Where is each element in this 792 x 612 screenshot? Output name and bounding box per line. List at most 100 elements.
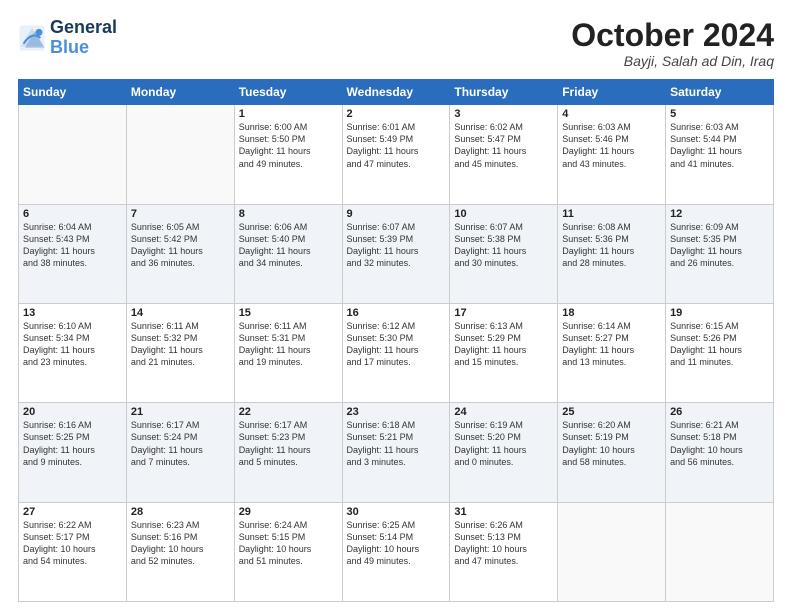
day-number: 12 xyxy=(670,208,769,220)
month-title: October 2024 xyxy=(571,18,774,53)
day-number: 19 xyxy=(670,307,769,319)
logo-icon xyxy=(18,24,46,52)
day-info: Sunrise: 6:21 AM Sunset: 5:18 PM Dayligh… xyxy=(670,419,769,468)
day-info: Sunrise: 6:11 AM Sunset: 5:32 PM Dayligh… xyxy=(131,320,230,369)
calendar-header-sunday: Sunday xyxy=(19,80,127,105)
calendar-cell xyxy=(558,502,666,601)
day-number: 22 xyxy=(239,406,338,418)
day-number: 8 xyxy=(239,208,338,220)
day-info: Sunrise: 6:08 AM Sunset: 5:36 PM Dayligh… xyxy=(562,221,661,270)
calendar-cell: 22Sunrise: 6:17 AM Sunset: 5:23 PM Dayli… xyxy=(234,403,342,502)
day-info: Sunrise: 6:20 AM Sunset: 5:19 PM Dayligh… xyxy=(562,419,661,468)
day-number: 3 xyxy=(454,108,553,120)
day-number: 2 xyxy=(347,108,446,120)
calendar-cell: 14Sunrise: 6:11 AM Sunset: 5:32 PM Dayli… xyxy=(126,303,234,402)
day-info: Sunrise: 6:17 AM Sunset: 5:23 PM Dayligh… xyxy=(239,419,338,468)
calendar-header-wednesday: Wednesday xyxy=(342,80,450,105)
calendar-header-friday: Friday xyxy=(558,80,666,105)
day-number: 30 xyxy=(347,506,446,518)
calendar-cell: 1Sunrise: 6:00 AM Sunset: 5:50 PM Daylig… xyxy=(234,105,342,204)
day-number: 13 xyxy=(23,307,122,319)
calendar-cell xyxy=(19,105,127,204)
day-number: 9 xyxy=(347,208,446,220)
day-info: Sunrise: 6:24 AM Sunset: 5:15 PM Dayligh… xyxy=(239,519,338,568)
day-number: 20 xyxy=(23,406,122,418)
day-number: 6 xyxy=(23,208,122,220)
day-number: 14 xyxy=(131,307,230,319)
day-info: Sunrise: 6:25 AM Sunset: 5:14 PM Dayligh… xyxy=(347,519,446,568)
calendar-cell: 16Sunrise: 6:12 AM Sunset: 5:30 PM Dayli… xyxy=(342,303,450,402)
calendar-week-row: 1Sunrise: 6:00 AM Sunset: 5:50 PM Daylig… xyxy=(19,105,774,204)
day-info: Sunrise: 6:07 AM Sunset: 5:38 PM Dayligh… xyxy=(454,221,553,270)
calendar-week-row: 20Sunrise: 6:16 AM Sunset: 5:25 PM Dayli… xyxy=(19,403,774,502)
day-info: Sunrise: 6:07 AM Sunset: 5:39 PM Dayligh… xyxy=(347,221,446,270)
logo-text: General Blue xyxy=(50,18,117,58)
day-info: Sunrise: 6:17 AM Sunset: 5:24 PM Dayligh… xyxy=(131,419,230,468)
calendar-cell: 18Sunrise: 6:14 AM Sunset: 5:27 PM Dayli… xyxy=(558,303,666,402)
calendar-table: SundayMondayTuesdayWednesdayThursdayFrid… xyxy=(18,79,774,602)
day-info: Sunrise: 6:22 AM Sunset: 5:17 PM Dayligh… xyxy=(23,519,122,568)
calendar-cell: 21Sunrise: 6:17 AM Sunset: 5:24 PM Dayli… xyxy=(126,403,234,502)
day-number: 11 xyxy=(562,208,661,220)
day-info: Sunrise: 6:03 AM Sunset: 5:46 PM Dayligh… xyxy=(562,121,661,170)
calendar-cell: 4Sunrise: 6:03 AM Sunset: 5:46 PM Daylig… xyxy=(558,105,666,204)
calendar-cell: 3Sunrise: 6:02 AM Sunset: 5:47 PM Daylig… xyxy=(450,105,558,204)
calendar-cell: 6Sunrise: 6:04 AM Sunset: 5:43 PM Daylig… xyxy=(19,204,127,303)
page: General Blue October 2024 Bayji, Salah a… xyxy=(0,0,792,612)
logo: General Blue xyxy=(18,18,117,58)
calendar-cell: 12Sunrise: 6:09 AM Sunset: 5:35 PM Dayli… xyxy=(666,204,774,303)
day-number: 28 xyxy=(131,506,230,518)
calendar-header-tuesday: Tuesday xyxy=(234,80,342,105)
calendar-header-saturday: Saturday xyxy=(666,80,774,105)
calendar-week-row: 27Sunrise: 6:22 AM Sunset: 5:17 PM Dayli… xyxy=(19,502,774,601)
day-info: Sunrise: 6:16 AM Sunset: 5:25 PM Dayligh… xyxy=(23,419,122,468)
day-info: Sunrise: 6:04 AM Sunset: 5:43 PM Dayligh… xyxy=(23,221,122,270)
day-number: 24 xyxy=(454,406,553,418)
day-info: Sunrise: 6:01 AM Sunset: 5:49 PM Dayligh… xyxy=(347,121,446,170)
location: Bayji, Salah ad Din, Iraq xyxy=(571,53,774,69)
calendar-cell: 10Sunrise: 6:07 AM Sunset: 5:38 PM Dayli… xyxy=(450,204,558,303)
day-info: Sunrise: 6:18 AM Sunset: 5:21 PM Dayligh… xyxy=(347,419,446,468)
calendar-cell: 29Sunrise: 6:24 AM Sunset: 5:15 PM Dayli… xyxy=(234,502,342,601)
day-info: Sunrise: 6:05 AM Sunset: 5:42 PM Dayligh… xyxy=(131,221,230,270)
calendar-header-monday: Monday xyxy=(126,80,234,105)
day-number: 10 xyxy=(454,208,553,220)
day-info: Sunrise: 6:23 AM Sunset: 5:16 PM Dayligh… xyxy=(131,519,230,568)
calendar-cell xyxy=(666,502,774,601)
calendar-cell: 27Sunrise: 6:22 AM Sunset: 5:17 PM Dayli… xyxy=(19,502,127,601)
title-block: October 2024 Bayji, Salah ad Din, Iraq xyxy=(571,18,774,69)
day-number: 16 xyxy=(347,307,446,319)
header: General Blue October 2024 Bayji, Salah a… xyxy=(18,18,774,69)
calendar-cell: 8Sunrise: 6:06 AM Sunset: 5:40 PM Daylig… xyxy=(234,204,342,303)
day-number: 7 xyxy=(131,208,230,220)
calendar-cell: 19Sunrise: 6:15 AM Sunset: 5:26 PM Dayli… xyxy=(666,303,774,402)
day-info: Sunrise: 6:14 AM Sunset: 5:27 PM Dayligh… xyxy=(562,320,661,369)
calendar-cell: 9Sunrise: 6:07 AM Sunset: 5:39 PM Daylig… xyxy=(342,204,450,303)
day-info: Sunrise: 6:12 AM Sunset: 5:30 PM Dayligh… xyxy=(347,320,446,369)
day-info: Sunrise: 6:10 AM Sunset: 5:34 PM Dayligh… xyxy=(23,320,122,369)
day-number: 1 xyxy=(239,108,338,120)
day-info: Sunrise: 6:15 AM Sunset: 5:26 PM Dayligh… xyxy=(670,320,769,369)
calendar-header-row: SundayMondayTuesdayWednesdayThursdayFrid… xyxy=(19,80,774,105)
calendar-cell: 20Sunrise: 6:16 AM Sunset: 5:25 PM Dayli… xyxy=(19,403,127,502)
day-number: 21 xyxy=(131,406,230,418)
day-info: Sunrise: 6:03 AM Sunset: 5:44 PM Dayligh… xyxy=(670,121,769,170)
day-number: 17 xyxy=(454,307,553,319)
calendar-cell: 11Sunrise: 6:08 AM Sunset: 5:36 PM Dayli… xyxy=(558,204,666,303)
calendar-cell: 17Sunrise: 6:13 AM Sunset: 5:29 PM Dayli… xyxy=(450,303,558,402)
day-info: Sunrise: 6:11 AM Sunset: 5:31 PM Dayligh… xyxy=(239,320,338,369)
day-info: Sunrise: 6:02 AM Sunset: 5:47 PM Dayligh… xyxy=(454,121,553,170)
day-info: Sunrise: 6:19 AM Sunset: 5:20 PM Dayligh… xyxy=(454,419,553,468)
calendar-cell: 2Sunrise: 6:01 AM Sunset: 5:49 PM Daylig… xyxy=(342,105,450,204)
day-number: 23 xyxy=(347,406,446,418)
day-number: 5 xyxy=(670,108,769,120)
calendar-cell: 15Sunrise: 6:11 AM Sunset: 5:31 PM Dayli… xyxy=(234,303,342,402)
calendar-cell: 23Sunrise: 6:18 AM Sunset: 5:21 PM Dayli… xyxy=(342,403,450,502)
calendar-cell: 31Sunrise: 6:26 AM Sunset: 5:13 PM Dayli… xyxy=(450,502,558,601)
day-number: 26 xyxy=(670,406,769,418)
calendar-cell: 24Sunrise: 6:19 AM Sunset: 5:20 PM Dayli… xyxy=(450,403,558,502)
calendar-cell: 26Sunrise: 6:21 AM Sunset: 5:18 PM Dayli… xyxy=(666,403,774,502)
day-number: 29 xyxy=(239,506,338,518)
day-info: Sunrise: 6:26 AM Sunset: 5:13 PM Dayligh… xyxy=(454,519,553,568)
day-info: Sunrise: 6:13 AM Sunset: 5:29 PM Dayligh… xyxy=(454,320,553,369)
